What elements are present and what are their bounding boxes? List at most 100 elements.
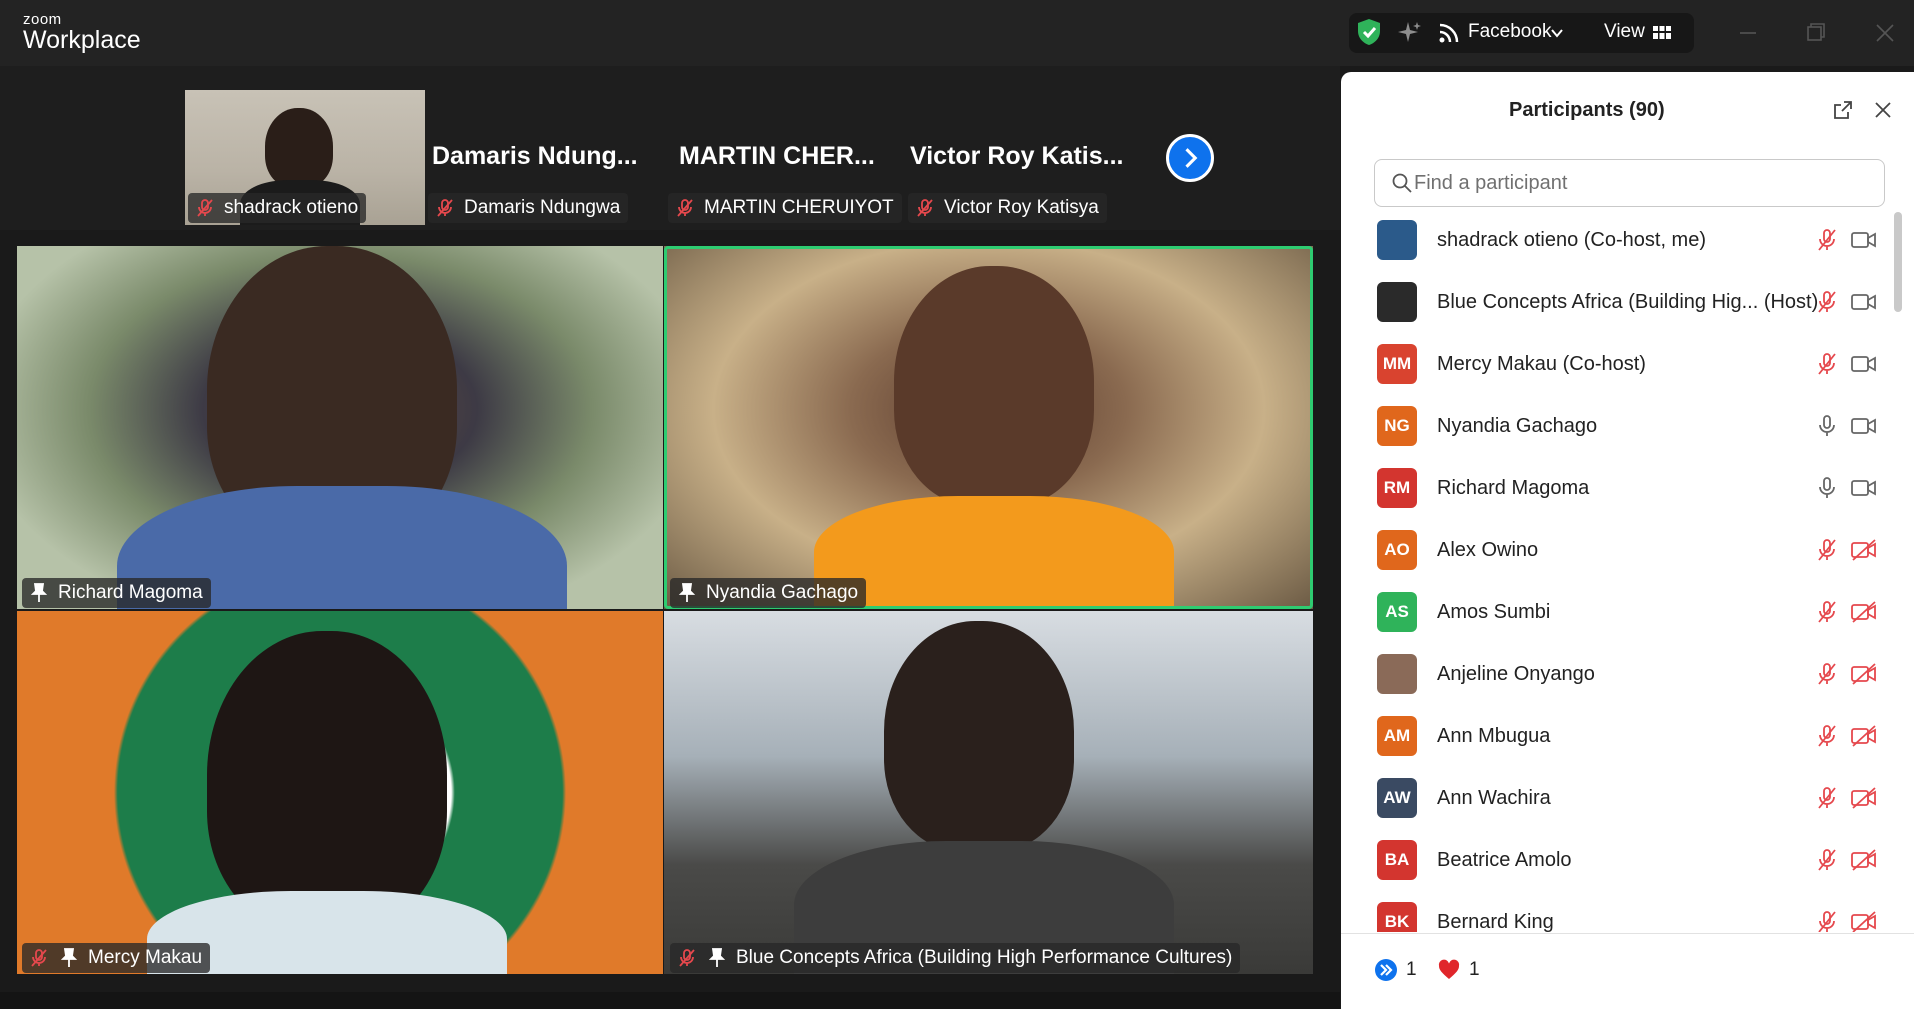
gallery-grid-icon[interactable] [1653,23,1671,41]
pin-icon [60,948,78,967]
mic-muted-icon[interactable] [1815,910,1839,932]
mic-muted-icon[interactable] [1815,228,1839,252]
strip-tile-label: Victor Roy Katisya [908,193,1107,223]
camera-off-icon[interactable] [1851,910,1877,932]
avatar: BA [1377,840,1417,880]
video-tile-label-text: Blue Concepts Africa (Building High Perf… [736,947,1233,968]
strip-tile-label: Damaris Ndungwa [428,193,629,223]
camera-off-icon[interactable] [1851,848,1877,872]
participant-row[interactable]: RM Richard Magoma [1341,460,1896,522]
participant-list: shadrack otieno (Co-host, me) Blue Concep… [1341,212,1896,932]
strip-tile-label-text: Damaris Ndungwa [464,197,621,218]
participant-name: shadrack otieno (Co-host, me) [1437,229,1707,251]
camera-off-icon[interactable] [1851,662,1877,686]
strip-tile-name[interactable]: Victor Roy Katis... [910,142,1124,171]
brand-small: zoom [23,11,62,28]
search-input[interactable] [1414,166,1874,200]
raise-hand-reaction[interactable]: 1 [1374,958,1417,982]
stream-destination-label[interactable]: Facebook [1468,21,1551,43]
mic-muted-icon[interactable] [1815,352,1839,376]
participant-row[interactable]: NG Nyandia Gachago [1341,398,1896,460]
mic-icon[interactable] [1815,414,1839,438]
mic-muted-icon[interactable] [1815,662,1839,686]
participant-name: Blue Concepts Africa (Building Hig... (H… [1437,291,1819,313]
camera-icon[interactable] [1851,228,1877,252]
minimize-icon[interactable] [1731,16,1765,50]
camera-off-icon[interactable] [1851,724,1877,748]
camera-off-icon[interactable] [1851,600,1877,624]
participant-row[interactable]: shadrack otieno (Co-host, me) [1341,212,1896,274]
reaction-count: 1 [1469,959,1480,980]
camera-icon[interactable] [1851,290,1877,314]
video-tile-label-text: Richard Magoma [58,582,203,603]
mic-muted-icon[interactable] [1815,600,1839,624]
mic-muted-icon[interactable] [1815,786,1839,810]
strip-tile-label-text: Victor Roy Katisya [944,197,1099,218]
mic-muted-icon[interactable] [1815,290,1839,314]
pin-icon [678,583,696,602]
restore-icon[interactable] [1799,16,1833,50]
avatar [1377,654,1417,694]
pop-out-icon[interactable] [1832,99,1854,121]
mic-muted-icon [677,199,693,217]
avatar [1377,282,1417,322]
participant-row[interactable]: AW Ann Wachira [1341,770,1896,832]
participant-row[interactable]: BK Bernard King [1341,894,1896,932]
ai-sparkle-icon[interactable] [1397,20,1423,46]
participant-name: Ann Wachira [1437,787,1551,809]
scroll-track[interactable] [1893,206,1903,932]
mic-muted-icon [437,199,453,217]
strip-tile-name[interactable]: Damaris Ndung... [432,142,638,171]
video-tile-label: Mercy Makau [22,943,211,973]
mic-muted-icon[interactable] [1815,724,1839,748]
avatar: NG [1377,406,1417,446]
live-stream-icon[interactable] [1437,21,1461,45]
mic-muted-icon [31,949,47,967]
camera-off-icon[interactable] [1851,538,1877,562]
participant-row[interactable]: AS Amos Sumbi [1341,584,1896,646]
reaction-count: 1 [1406,959,1417,980]
participant-row[interactable]: Anjeline Onyango [1341,646,1896,708]
strip-tile-name[interactable]: MARTIN CHER... [679,142,875,171]
chevron-down-icon[interactable] [1549,25,1565,41]
next-page-button[interactable] [1166,134,1214,182]
video-tile-label-text: Mercy Makau [88,947,203,968]
avatar: AO [1377,530,1417,570]
heart-icon [1438,959,1460,979]
video-tile[interactable] [664,611,1313,974]
participant-row[interactable]: MM Mercy Makau (Co-host) [1341,336,1896,398]
participant-video-figure [884,621,1074,851]
camera-icon[interactable] [1851,476,1877,500]
view-button[interactable]: View [1604,21,1645,43]
close-icon[interactable] [1872,99,1894,121]
avatar: AM [1377,716,1417,756]
video-tile[interactable] [17,246,663,609]
video-tile-label: Nyandia Gachago [670,578,867,608]
mic-muted-icon[interactable] [1815,848,1839,872]
active-speaker-border [664,246,1313,609]
participant-video-figure [207,631,447,931]
shield-check-icon[interactable] [1356,18,1382,46]
chevron-right-icon [1185,148,1198,168]
scrollbar-thumb[interactable] [1894,212,1902,312]
app-logo: zoom Workplace [23,12,141,54]
heart-reaction[interactable]: 1 [1437,958,1480,982]
window-close-icon[interactable] [1868,16,1902,50]
avatar: RM [1377,468,1417,508]
meeting-bottom-bar [0,992,1340,1009]
strip-tile-label-text: MARTIN CHERUIYOT [704,197,894,218]
camera-icon[interactable] [1851,352,1877,376]
avatar: AW [1377,778,1417,818]
panel-footer [1341,933,1914,1009]
video-tile[interactable] [17,611,663,974]
participant-row[interactable]: AM Ann Mbugua [1341,708,1896,770]
camera-off-icon[interactable] [1851,786,1877,810]
mic-icon[interactable] [1815,476,1839,500]
participant-name: Nyandia Gachago [1437,415,1598,437]
participant-row[interactable]: Blue Concepts Africa (Building Hig... (H… [1341,274,1896,336]
mic-muted-icon[interactable] [1815,538,1839,562]
camera-icon[interactable] [1851,414,1877,438]
strip-tile-label: MARTIN CHERUIYOT [668,193,902,223]
participant-row[interactable]: AO Alex Owino [1341,522,1896,584]
participant-row[interactable]: BA Beatrice Amolo [1341,832,1896,894]
